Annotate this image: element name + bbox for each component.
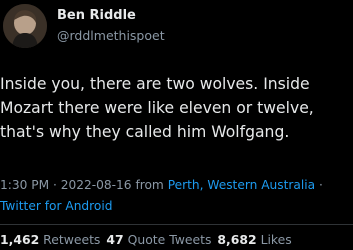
avatar[interactable] <box>3 4 47 48</box>
tweet-text-line: Mozart there were like eleven or twelve, <box>0 99 314 117</box>
tweet-meta-line-1: 1:30 PM · 2022-08-16 from Perth, Western… <box>0 175 323 196</box>
tweet-text-line: that's why they called him Wolfgang. <box>0 123 290 141</box>
retweets-stat[interactable]: 1,462 Retweets <box>0 232 100 247</box>
meta-separator: · <box>52 178 57 192</box>
meta-separator: · <box>319 178 323 192</box>
retweets-label: Retweets <box>43 232 101 247</box>
tweet-meta: 1:30 PM · 2022-08-16 from Perth, Western… <box>0 175 323 217</box>
tweet-stats: 1,462 Retweets 47 Quote Tweets 8,682 Likes <box>0 232 292 247</box>
author-handle[interactable]: @rddlmethispoet <box>57 28 165 43</box>
tweet-client-link[interactable]: Twitter for Android <box>0 199 112 213</box>
divider <box>0 224 353 225</box>
tweet-date[interactable]: 2022-08-16 <box>61 178 132 192</box>
avatar-photo-icon <box>3 4 47 48</box>
tweet-location-link[interactable]: Perth, Western Australia <box>168 178 315 192</box>
likes-label: Likes <box>260 232 292 247</box>
tweet-meta-line-2: Twitter for Android <box>0 196 323 217</box>
from-label: from <box>135 178 164 192</box>
likes-count: 8,682 <box>217 232 257 247</box>
author-name[interactable]: Ben Riddle <box>57 8 136 23</box>
likes-stat[interactable]: 8,682 Likes <box>217 232 291 247</box>
quote-tweets-count: 47 <box>106 232 124 247</box>
tweet-time[interactable]: 1:30 PM <box>0 178 49 192</box>
retweets-count: 1,462 <box>0 232 40 247</box>
tweet-text-line: Inside you, there are two wolves. Inside <box>0 75 310 93</box>
tweet-text: Inside you, there are two wolves. Inside… <box>0 72 353 144</box>
quote-tweets-stat[interactable]: 47 Quote Tweets <box>106 232 211 247</box>
quote-tweets-label: Quote Tweets <box>127 232 212 247</box>
tweet-card: Ben Riddle @rddlmethispoet Inside you, t… <box>0 0 353 250</box>
